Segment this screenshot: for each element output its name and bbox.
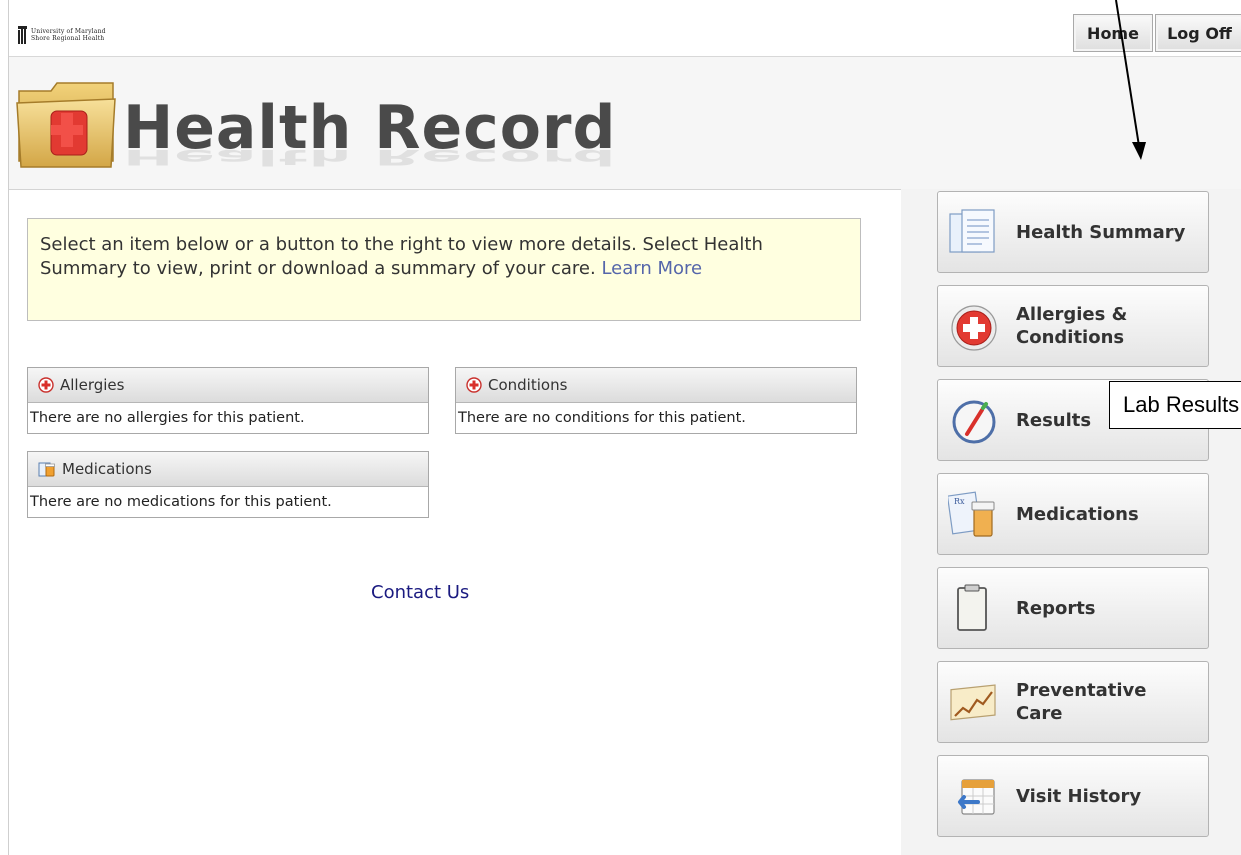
red-plus-icon [38, 377, 54, 393]
org-logo-line1: University of Maryland [31, 28, 106, 35]
page-header-banner: Health Record Health Record [9, 57, 1241, 190]
conditions-panel: Conditions There are no conditions for t… [455, 367, 857, 434]
thermometer-icon [952, 400, 996, 444]
learn-more-link[interactable]: Learn More [601, 258, 702, 279]
svg-text:Rx: Rx [954, 497, 965, 506]
log-off-button[interactable]: Log Off [1155, 14, 1241, 52]
prescription-bottle-icon: Rx [948, 491, 995, 537]
sidebar: Health Summary Allergies & Conditions Re… [901, 189, 1241, 855]
medication-icon [38, 462, 55, 477]
health-folder-icon [16, 82, 116, 168]
trend-chart-icon [950, 684, 996, 721]
page-title-reflection: Health Record [123, 144, 617, 170]
clipboard-icon [957, 584, 987, 631]
page: University of Maryland Shore Regional He… [8, 0, 1241, 855]
conditions-panel-header[interactable]: Conditions [456, 368, 856, 403]
allergies-panel-title: Allergies [60, 376, 125, 394]
allergies-panel-body: There are no allergies for this patient. [30, 410, 305, 426]
conditions-panel-body: There are no conditions for this patient… [458, 410, 746, 426]
health-summary-button[interactable]: Health Summary [937, 191, 1209, 273]
org-logo: University of Maryland Shore Regional He… [18, 26, 106, 44]
medications-button[interactable]: Rx Medications [937, 473, 1209, 555]
medications-panel: Medications There are no medications for… [27, 451, 429, 518]
calendar-return-icon [958, 779, 995, 815]
allergies-panel: Allergies There are no allergies for thi… [27, 367, 429, 434]
contact-us-link[interactable]: Contact Us [371, 582, 469, 603]
medications-panel-title: Medications [62, 460, 152, 478]
medications-panel-header[interactable]: Medications [28, 452, 428, 487]
health-summary-label: Health Summary [1016, 221, 1186, 243]
conditions-panel-title: Conditions [488, 376, 568, 394]
allergies-conditions-label: Allergies & Conditions [1016, 304, 1128, 348]
medications-panel-body: There are no medications for this patien… [30, 494, 332, 510]
reports-button[interactable]: Reports [937, 567, 1209, 649]
red-plus-icon [466, 377, 482, 393]
top-bar: University of Maryland Shore Regional He… [9, 0, 1241, 57]
allergies-conditions-button[interactable]: Allergies & Conditions [937, 285, 1209, 367]
visit-history-label: Visit History [1016, 785, 1142, 807]
org-logo-line2: Shore Regional Health [31, 35, 105, 42]
annotation-callout: Lab Results [1109, 381, 1241, 429]
documents-icon [949, 209, 995, 253]
org-logo-text: University of Maryland Shore Regional He… [31, 28, 106, 42]
allergies-panel-header[interactable]: Allergies [28, 368, 428, 403]
org-logo-icon [18, 26, 28, 44]
info-message: Select an item below or a button to the … [27, 218, 861, 321]
reports-label: Reports [1016, 597, 1096, 619]
annotation-arrow [1115, 0, 1146, 160]
preventative-care-label: Preventative Care [1016, 680, 1147, 724]
red-cross-icon [951, 305, 997, 351]
preventative-care-button[interactable]: Preventative Care [937, 661, 1209, 743]
visit-history-button[interactable]: Visit History [937, 755, 1209, 837]
medications-nav-label: Medications [1016, 503, 1139, 525]
